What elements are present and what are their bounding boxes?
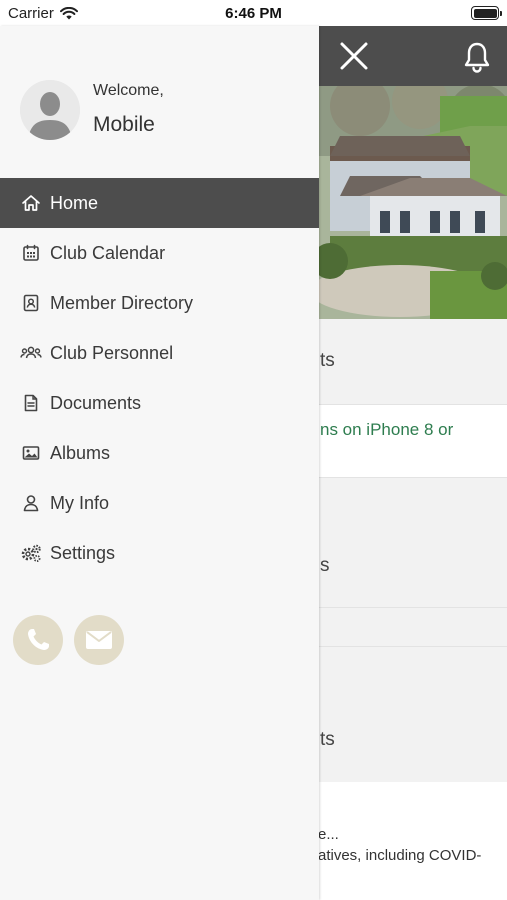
menu-item-label: Albums xyxy=(50,442,111,463)
navigation-drawer: Welcome, Mobile Home Club Calendar Membe… xyxy=(0,26,319,900)
call-button[interactable] xyxy=(13,615,63,665)
menu-item-label: Home xyxy=(50,192,99,213)
gears-icon xyxy=(20,542,42,564)
menu-item-documents[interactable]: Documents xyxy=(0,378,319,428)
user-silhouette-icon xyxy=(20,80,80,140)
wifi-icon xyxy=(59,7,78,20)
menu-item-label: Member Directory xyxy=(50,292,194,313)
phone-icon xyxy=(28,629,49,650)
username: Mobile xyxy=(93,113,155,136)
status-bar: Carrier 6:46 PM xyxy=(0,0,507,26)
news-link[interactable]: ns on iPhone 8 or xyxy=(320,420,453,440)
section-title: ts xyxy=(320,729,335,750)
contact-card-icon xyxy=(20,292,42,314)
home-icon xyxy=(20,192,42,214)
menu-item-albums[interactable]: Albums xyxy=(0,428,319,478)
post-excerpt: atives, including COVID- xyxy=(318,847,482,864)
close-icon[interactable] xyxy=(336,38,372,74)
menu-item-label: My Info xyxy=(50,492,110,513)
carrier-indicator: Carrier xyxy=(8,5,78,22)
image-icon xyxy=(20,442,42,464)
avatar[interactable] xyxy=(20,80,80,140)
menu-item-club-personnel[interactable]: Club Personnel xyxy=(0,328,319,378)
user-icon xyxy=(20,492,42,514)
menu-item-label: Documents xyxy=(50,392,142,413)
menu-item-settings[interactable]: Settings xyxy=(0,528,319,578)
menu-item-member-directory[interactable]: Member Directory xyxy=(0,278,319,328)
menu-item-label: Club Personnel xyxy=(50,342,174,363)
calendar-icon xyxy=(20,242,42,264)
menu-item-home[interactable]: Home xyxy=(0,178,319,228)
envelope-icon xyxy=(86,631,112,649)
menu-item-my-info[interactable]: My Info xyxy=(0,478,319,528)
welcome-label: Welcome, xyxy=(93,82,164,99)
document-icon xyxy=(20,392,42,414)
email-button[interactable] xyxy=(74,615,124,665)
section-title: ts xyxy=(320,350,335,371)
battery-icon xyxy=(471,6,502,20)
profile-header: Welcome, Mobile xyxy=(0,26,319,178)
group-icon xyxy=(20,342,42,364)
menu-item-label: Club Calendar xyxy=(50,242,166,263)
menu-item-label: Settings xyxy=(50,542,116,563)
bell-icon[interactable] xyxy=(460,40,494,74)
carrier-label: Carrier xyxy=(8,5,54,22)
post-title: e... xyxy=(318,826,339,843)
section-title: s xyxy=(320,555,330,576)
drawer-menu: Home Club Calendar Member Directory Club… xyxy=(0,178,319,578)
menu-item-club-calendar[interactable]: Club Calendar xyxy=(0,228,319,278)
